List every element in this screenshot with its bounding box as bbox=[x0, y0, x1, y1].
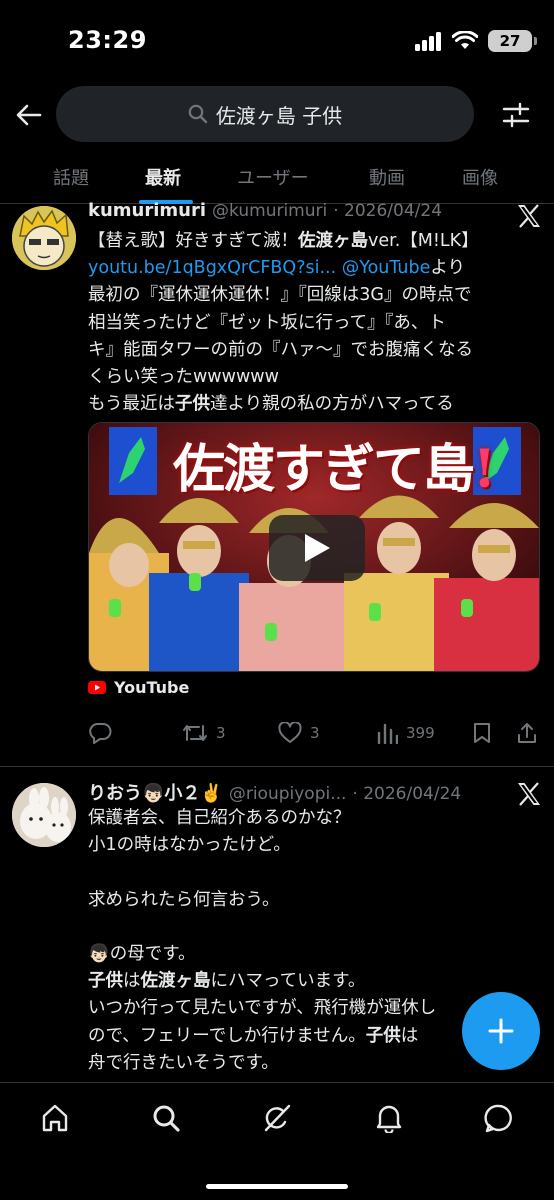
search-highlight: 子供 bbox=[174, 394, 210, 415]
bookmark-icon bbox=[474, 723, 490, 743]
reply-button[interactable] bbox=[88, 722, 112, 744]
tweet-text-segment: 最初の『運休運休運休！』『回線は3G』の時点で 相当笑ったけど『ゼット坂に行って… bbox=[88, 285, 473, 388]
youtube-icon bbox=[88, 681, 106, 694]
nav-grok[interactable] bbox=[260, 1101, 294, 1135]
video-title-mark: ! bbox=[473, 439, 496, 500]
avatar-image bbox=[12, 783, 76, 847]
media-source[interactable]: YouTube bbox=[88, 678, 189, 697]
search-query: 佐渡ヶ島 子供 bbox=[215, 103, 343, 128]
video-thumbnail[interactable]: 佐渡すぎて島! bbox=[88, 422, 540, 672]
tweet-header: りおう👦🏻小２✌️ @rioupiyopi... · 2026/04/24 bbox=[88, 779, 494, 805]
message-icon bbox=[484, 1104, 512, 1133]
like-button[interactable]: 3 bbox=[278, 722, 320, 744]
battery-indicator: 27 bbox=[488, 30, 537, 52]
tweet-text: 【替え歌】好きすぎて滅！佐渡ヶ島ver.【M!LK】 youtu.be/1qBg… bbox=[88, 228, 528, 418]
retweet-button[interactable]: 3 bbox=[182, 722, 226, 744]
back-button[interactable] bbox=[12, 98, 46, 132]
sliders-icon bbox=[502, 102, 530, 128]
nav-home[interactable] bbox=[38, 1101, 72, 1135]
search-highlight: 子供 bbox=[365, 1025, 401, 1046]
search-highlight: 佐渡ヶ島 bbox=[298, 231, 368, 251]
author-name[interactable]: りおう👦🏻小２✌️ bbox=[88, 779, 223, 805]
author-name[interactable]: kumurimuri bbox=[88, 200, 206, 221]
reply-icon bbox=[89, 723, 112, 744]
tweet-link[interactable]: youtu.be/1qBgxQrCFBQ?si... bbox=[88, 258, 336, 278]
heart-icon bbox=[278, 722, 302, 743]
tab-trending[interactable]: 話題 bbox=[53, 164, 89, 190]
bookmark-button[interactable] bbox=[472, 722, 492, 744]
tab-videos[interactable]: 動画 bbox=[369, 164, 405, 190]
tab-images[interactable]: 画像 bbox=[462, 164, 498, 190]
tweet-date: · 2026/04/24 bbox=[333, 201, 443, 221]
video-title-text: 佐渡すぎて島 bbox=[173, 439, 475, 500]
home-icon bbox=[42, 1104, 68, 1132]
tweet-text-segment: 舟で行きたいそうです。 bbox=[88, 1052, 279, 1073]
tweet-mention[interactable]: @YouTube bbox=[342, 258, 431, 278]
search-header: 佐渡ヶ島 子供 bbox=[0, 86, 554, 144]
author-handle: @kumurimuri bbox=[212, 201, 328, 221]
tweet-text-segment: より bbox=[430, 258, 466, 279]
compose-button[interactable] bbox=[462, 992, 540, 1070]
x-logo-icon bbox=[518, 204, 540, 228]
search-icon bbox=[188, 104, 208, 124]
avatar-image bbox=[12, 206, 76, 270]
status-bar: 23:29 27 bbox=[0, 0, 554, 80]
tab-users[interactable]: ユーザー bbox=[237, 164, 309, 190]
tweet-text-segment: にハマっています。 bbox=[210, 971, 366, 992]
tweet-text-segment: 達より親の私の方がハマってる bbox=[209, 394, 454, 415]
grok-icon bbox=[264, 1104, 291, 1132]
status-indicators: 27 bbox=[414, 28, 537, 54]
views-button[interactable]: 399 bbox=[376, 722, 435, 744]
tweet-actions: 3 3 399 bbox=[88, 722, 544, 750]
arrow-left-icon bbox=[16, 104, 42, 126]
avatar[interactable] bbox=[12, 206, 76, 270]
tweet[interactable]: kumurimuri @kumurimuri · 2026/04/24 【替え歌… bbox=[0, 196, 554, 766]
bottom-navigation bbox=[0, 1082, 554, 1200]
tweet-text-segment: 保護者会、自己紹介あるのかな？ 小1の時はなかったけど。 求められたら何言おう。… bbox=[88, 808, 351, 965]
nav-notifications[interactable] bbox=[372, 1101, 406, 1135]
tweet-text-segment: いつか行って見たいですが、飛行機が運休し bbox=[88, 998, 437, 1019]
signal-icon bbox=[415, 32, 441, 51]
play-icon bbox=[305, 534, 330, 562]
author-handle: @rioupiyopi... bbox=[228, 784, 347, 804]
search-filter-button[interactable] bbox=[500, 99, 532, 131]
tweet-text-segment: は bbox=[123, 971, 141, 992]
tweet-text-segment: ver.【M!LK】 bbox=[368, 231, 479, 251]
tweet-header: kumurimuri @kumurimuri · 2026/04/24 bbox=[88, 200, 494, 226]
tweet-text-segment: ので、フェリーでしか行けません。 bbox=[88, 1025, 366, 1046]
tweet-text-segment: は bbox=[400, 1025, 419, 1046]
nav-messages[interactable] bbox=[482, 1101, 516, 1135]
media-source-label: YouTube bbox=[114, 678, 190, 697]
plus-icon bbox=[488, 1018, 514, 1044]
search-highlight: 子供 bbox=[88, 971, 123, 992]
x-logo-icon bbox=[518, 782, 540, 806]
nav-explore[interactable] bbox=[149, 1101, 183, 1135]
like-count: 3 bbox=[310, 724, 320, 742]
view-count: 399 bbox=[406, 724, 435, 742]
share-button[interactable] bbox=[516, 722, 538, 744]
wifi-icon bbox=[452, 31, 478, 49]
tweet-date: · 2026/04/24 bbox=[352, 784, 462, 804]
tweet-text-segment: 【替え歌】好きすぎて滅！ bbox=[88, 231, 298, 251]
share-icon bbox=[518, 723, 536, 743]
home-indicator bbox=[206, 1184, 348, 1189]
bar-chart-icon bbox=[377, 723, 398, 744]
search-input[interactable]: 佐渡ヶ島 子供 bbox=[56, 86, 474, 142]
retweet-count: 3 bbox=[216, 724, 226, 742]
retweet-icon bbox=[183, 725, 207, 741]
play-button[interactable] bbox=[269, 515, 365, 581]
search-icon bbox=[153, 1105, 180, 1132]
tab-latest[interactable]: 最新 bbox=[145, 164, 181, 190]
video-title-overlay: 佐渡すぎて島! bbox=[173, 427, 496, 502]
avatar[interactable] bbox=[12, 783, 76, 847]
search-highlight: 佐渡ヶ島 bbox=[140, 971, 211, 992]
tweet-text-segment: もう最近は bbox=[88, 394, 175, 415]
status-time: 23:29 bbox=[68, 26, 147, 54]
bell-icon bbox=[376, 1105, 402, 1133]
